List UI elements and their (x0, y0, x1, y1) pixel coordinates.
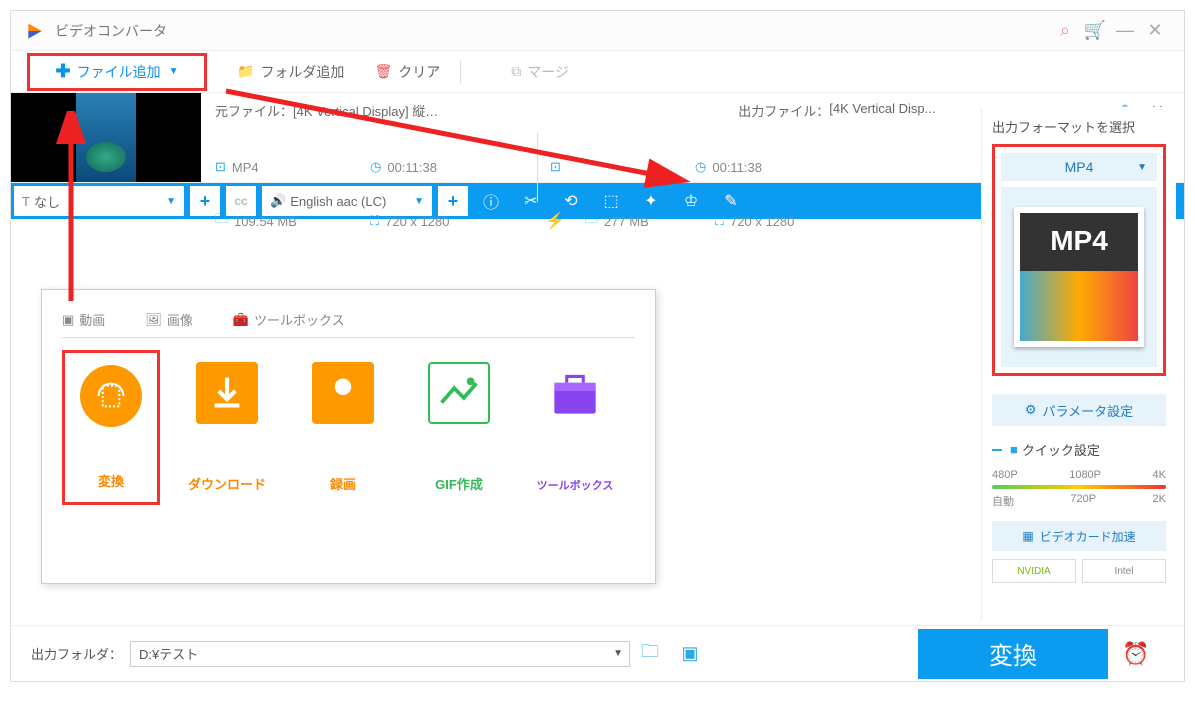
chevron-down-icon: ▼ (169, 66, 179, 77)
merge-icon: ⧉ (511, 63, 521, 80)
tab-image[interactable]: 🖼画像 (145, 310, 193, 337)
subtitle-icon: T (22, 194, 30, 209)
video-icon: ▣ (62, 312, 74, 328)
app-logo-icon (25, 21, 45, 41)
out-size: 277 MB (604, 214, 649, 229)
output-format-dropdown[interactable]: MP4 ▼ (1001, 153, 1157, 181)
plus-icon: ✚ (56, 61, 71, 82)
tile-download[interactable]: ダウンロード (178, 350, 276, 505)
tile-gif-label: GIF作成 (435, 474, 483, 493)
src-file-label: 元ファイル： (215, 101, 293, 120)
video-thumbnail[interactable] (11, 93, 201, 182)
add-file-label: ファイル追加 (77, 62, 161, 82)
tile-gif[interactable]: GIF作成 (410, 350, 508, 505)
tab-toolbox[interactable]: 🧰ツールボックス (233, 310, 345, 337)
chevron-down-icon: ▼ (613, 648, 623, 659)
resolution-icon: ⛶ (370, 213, 379, 229)
convert-button-label: 変換 (989, 636, 1037, 671)
gpu-accel-button[interactable]: ▦ ビデオカード加速 (992, 521, 1166, 551)
format-icon: ⊡ (215, 159, 226, 175)
tile-download-label: ダウンロード (188, 474, 266, 493)
add-folder-label: フォルダ追加 (260, 62, 344, 82)
src-format: MP4 (232, 160, 259, 175)
open-folder-button[interactable]: 🗀 (630, 639, 670, 669)
add-folder-button[interactable]: 📁 フォルダ追加 (237, 62, 344, 82)
subtitle-dropdown[interactable]: T なし ▼ (14, 186, 184, 216)
clear-button[interactable]: 🗑 クリア (374, 62, 440, 82)
resolution-icon: ⛶ (715, 213, 724, 229)
tile-convert-label: 変換 (98, 471, 124, 490)
tile-toolbox-label: ツールボックス (537, 477, 614, 493)
folder-plus-icon: 📁 (237, 63, 254, 80)
output-format-value: MP4 (1065, 159, 1094, 175)
folder-icon: 🗀 (585, 210, 598, 232)
src-file-name: [4K Vertical Display] 縦… (293, 101, 438, 120)
tools-panel: ▣動画 🖼画像 🧰ツールボックス 変換 ダウンロード 録画 GIF作成 (41, 289, 656, 584)
key-icon[interactable]: ⌕ (1050, 20, 1080, 41)
quality-slider[interactable]: 480P 1080P 4K 自動 720P 2K (992, 469, 1166, 509)
bolt-icon: ⚡ (545, 211, 565, 231)
quick-settings-header: ■ クイック設定 (992, 440, 1166, 459)
chip-icon: ▦ (1022, 529, 1033, 543)
merge-button[interactable]: ⧉ マージ (511, 62, 569, 82)
src-duration: 00:11:38 (387, 160, 437, 175)
out-file-name: [4K Vertical Disp... (829, 101, 935, 120)
cart-icon[interactable]: 🛒 (1080, 20, 1110, 41)
output-folder-dropdown[interactable]: D:¥テスト ▼ (130, 641, 630, 667)
add-file-button[interactable]: ✚ ファイル追加 ▼ (27, 53, 207, 91)
output-folder-path: D:¥テスト (139, 644, 198, 663)
clear-label: クリア (398, 62, 440, 82)
tile-record[interactable]: 録画 (294, 350, 392, 505)
out-duration: 00:11:38 (712, 160, 762, 175)
toolbox-icon: 🧰 (233, 312, 249, 328)
tile-convert[interactable]: 変換 (62, 350, 160, 505)
tile-toolbox[interactable]: ツールボックス (526, 350, 624, 505)
minimize-button[interactable]: — (1110, 20, 1140, 41)
src-size: 109.54 MB (234, 214, 297, 229)
clock-icon: ◷ (695, 159, 706, 175)
src-res: 720 x 1280 (385, 214, 449, 229)
app-title: ビデオコンバータ (55, 21, 1050, 41)
intel-badge: Intel (1082, 559, 1166, 583)
close-button[interactable]: ✕ (1140, 20, 1170, 41)
output-format-title: 出力フォーマットを選択 (992, 117, 1166, 136)
image-icon: 🖼 (145, 312, 162, 328)
parameter-settings-button[interactable]: ⚙ パラメータ設定 (992, 394, 1166, 426)
output-folder-label: 出力フォルダ： (31, 644, 122, 663)
schedule-button[interactable]: ⏰ (1108, 641, 1164, 667)
out-res: 720 x 1280 (730, 214, 794, 229)
tab-video[interactable]: ▣動画 (62, 310, 105, 337)
clock-icon: ◷ (370, 159, 381, 175)
trash-icon: 🗑 (374, 63, 392, 80)
output-format-box: MP4 ▼ MP4 (992, 144, 1166, 376)
out-file-label: 出力ファイル： (738, 101, 829, 120)
output-icon: ⊡ (550, 159, 561, 175)
subtitle-value: なし (34, 192, 60, 211)
convert-button[interactable]: 変換 (918, 629, 1108, 679)
settings-icon: ⚙ (1025, 402, 1037, 418)
browse-button[interactable]: ▣ (670, 643, 710, 664)
merge-label: マージ (527, 62, 569, 82)
chevron-down-icon: ▼ (1137, 162, 1147, 173)
chevron-down-icon: ▼ (166, 196, 176, 207)
nvidia-badge: NVIDIA (992, 559, 1076, 583)
format-preview[interactable]: MP4 (1001, 187, 1157, 367)
tile-record-label: 録画 (330, 474, 356, 493)
folder-icon: 🗀 (215, 210, 228, 232)
